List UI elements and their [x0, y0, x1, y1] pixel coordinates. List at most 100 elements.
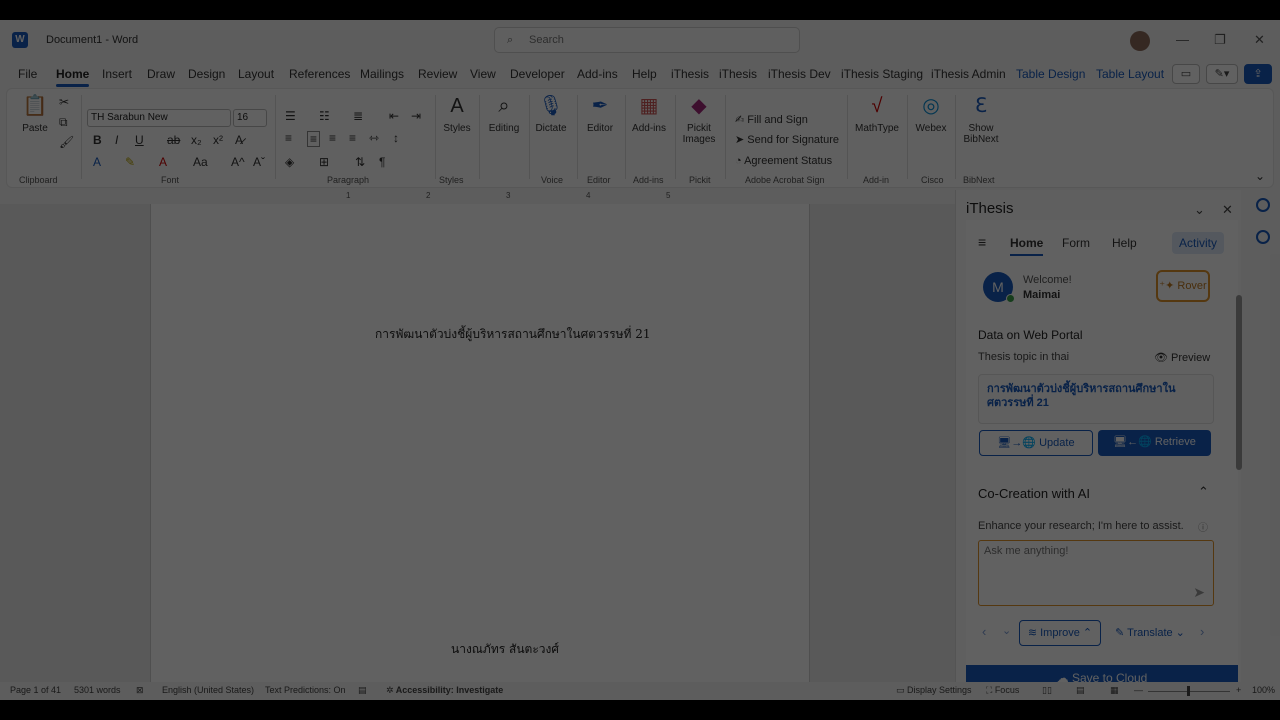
copy-icon[interactable]: ⧉ [59, 115, 68, 130]
sort-icon[interactable]: ⇅ [355, 155, 365, 169]
ithesis-addin-icon[interactable] [1256, 198, 1270, 212]
superscript-icon[interactable]: x² [213, 133, 223, 147]
font-name-select[interactable]: TH Sarabun New [87, 109, 231, 127]
ithesis-addin-icon-2[interactable] [1256, 230, 1270, 244]
zoom-level[interactable]: 100% [1252, 685, 1275, 695]
send-signature-button[interactable]: ➤ Send for Signature [735, 133, 839, 146]
user-avatar[interactable] [1130, 31, 1150, 51]
webex-button[interactable]: ◎ Webex [911, 93, 951, 134]
pane-close-icon[interactable]: ✕ [1222, 202, 1233, 218]
zoom-slider-thumb[interactable] [1187, 686, 1190, 696]
mathtype-button[interactable]: √ MathType [853, 93, 901, 134]
tab-file[interactable]: File [18, 67, 37, 81]
underline-icon[interactable]: U [135, 133, 144, 147]
show-bibnext-button[interactable]: ℇ Show BibNext [959, 93, 1003, 145]
tab-draw[interactable]: Draw [147, 67, 175, 81]
increase-indent-icon[interactable]: ⇥ [411, 109, 421, 123]
pane-tab-home[interactable]: Home [1010, 236, 1044, 256]
dropdown-chevron-icon[interactable]: ⌄ [1002, 624, 1011, 637]
multilevel-list-icon[interactable]: ≣ [353, 109, 363, 123]
tab-addins[interactable]: Add-ins [577, 67, 618, 81]
collapse-chevron-icon[interactable]: ⌃ [1198, 484, 1209, 500]
change-case-icon[interactable]: Aa [193, 155, 208, 169]
pane-tab-help[interactable]: Help [1112, 236, 1137, 250]
bullets-icon[interactable]: ☰ [285, 109, 296, 123]
preview-button[interactable]: 👁 Preview [1154, 351, 1210, 364]
tab-ithesis-admin[interactable]: iThesis Admin [931, 67, 1006, 81]
print-layout-icon[interactable]: ▤ [1076, 685, 1085, 696]
minimize-button[interactable]: — [1176, 32, 1189, 47]
tab-design[interactable]: Design [188, 67, 225, 81]
editing-mode-button[interactable]: ✎▾ [1206, 64, 1238, 84]
justify-icon[interactable]: ≡ [349, 131, 356, 145]
comments-button[interactable]: ▭ [1172, 64, 1200, 84]
proofing-icon[interactable]: ⊠ [136, 685, 144, 696]
document-author-line[interactable]: นางณภัทร สันตะวงศ์ [451, 640, 559, 659]
focus-button[interactable]: ⛶ Focus [986, 685, 1019, 696]
highlight-icon[interactable]: ✎ [125, 155, 135, 169]
send-icon[interactable]: ➤ [1193, 584, 1205, 601]
document-title-line[interactable]: การพัฒนาตัวบ่งชี้ผู้บริหารสถานศึกษาในศตว… [375, 325, 651, 344]
decrease-indent-icon[interactable]: ⇤ [389, 109, 399, 123]
pane-options-icon[interactable]: ⌄ [1194, 202, 1205, 218]
fill-sign-button[interactable]: ✍ Fill and Sign [735, 113, 808, 126]
tab-home[interactable]: Home [56, 67, 90, 87]
tab-review[interactable]: Review [418, 67, 457, 81]
align-left-icon[interactable]: ≡ [285, 131, 292, 145]
pane-tab-activity[interactable]: Activity [1172, 232, 1224, 254]
clear-formatting-icon[interactable]: A̷ [235, 133, 243, 147]
macro-icon[interactable]: ▤ [358, 685, 367, 696]
tab-help[interactable]: Help [632, 67, 657, 81]
agreement-status-button[interactable]: ◔ Agreement Status [735, 155, 832, 167]
tab-table-design[interactable]: Table Design [1016, 67, 1085, 81]
display-settings-button[interactable]: ▭ Display Settings [896, 685, 972, 696]
zoom-out-icon[interactable]: — [1134, 685, 1143, 695]
tab-layout[interactable]: Layout [238, 67, 274, 81]
bold-icon[interactable]: B [93, 133, 102, 147]
format-painter-icon[interactable]: 🖌 [59, 135, 74, 149]
cut-icon[interactable]: ✂ [59, 95, 69, 109]
grow-font-icon[interactable]: A^ [231, 155, 245, 169]
editor-button[interactable]: ✒ Editor [583, 93, 617, 134]
addins-button[interactable]: ▦ Add-ins [629, 93, 669, 134]
italic-icon[interactable]: I [115, 133, 118, 147]
retrieve-button[interactable]: 🖥←🌐 Retrieve [1098, 430, 1211, 456]
accessibility-status[interactable]: ✲ Accessibility: Investigate [386, 685, 503, 696]
page-count[interactable]: Page 1 of 41 [10, 685, 61, 695]
web-layout-icon[interactable]: ▦ [1110, 685, 1119, 696]
borders-icon[interactable]: ⊞ [319, 155, 329, 169]
restore-button[interactable]: ❐ [1214, 32, 1226, 48]
rover-button[interactable]: ⁺✦ Rover [1156, 270, 1210, 302]
language-status[interactable]: English (United States) [162, 685, 254, 695]
tab-references[interactable]: References [289, 67, 350, 81]
tab-ithesis-dev[interactable]: iThesis Dev [768, 67, 831, 81]
shading-icon[interactable]: ◈ [285, 155, 294, 169]
strikethrough-icon[interactable]: ab [167, 133, 180, 147]
prev-chevron-icon[interactable]: ‹ [982, 624, 986, 639]
search-input[interactable]: ⌕ Search [494, 27, 800, 53]
styles-button[interactable]: A Styles [441, 93, 473, 134]
show-marks-icon[interactable]: ¶ [379, 155, 385, 169]
ribbon-collapse-icon[interactable]: ⌄ [1255, 169, 1265, 183]
align-center-icon[interactable]: ≡ [307, 131, 321, 147]
info-icon[interactable]: ⓘ [1198, 519, 1208, 534]
ai-prompt-input[interactable]: Ask me anything! ➤ [978, 540, 1214, 606]
update-button[interactable]: 🖥→🌐 Update [979, 430, 1093, 456]
tab-mailings[interactable]: Mailings [360, 67, 404, 81]
font-size-select[interactable]: 16 [233, 109, 267, 127]
word-count[interactable]: 5301 words [74, 685, 121, 695]
dictate-button[interactable]: 🎙 Dictate [533, 93, 569, 134]
next-chevron-icon[interactable]: › [1200, 624, 1204, 639]
paste-button[interactable]: 📋 Paste [17, 93, 53, 134]
text-predictions-status[interactable]: Text Predictions: On [265, 685, 346, 695]
tab-insert[interactable]: Insert [102, 67, 132, 81]
tab-ithesis[interactable]: iThesis [671, 67, 709, 81]
hamburger-icon[interactable]: ≡ [978, 234, 986, 250]
tab-view[interactable]: View [470, 67, 496, 81]
tab-developer[interactable]: Developer [510, 67, 565, 81]
align-right-icon[interactable]: ≡ [329, 131, 336, 145]
shrink-font-icon[interactable]: Aˇ [253, 155, 265, 169]
tab-ithesis-staging[interactable]: iThesis Staging [841, 67, 923, 81]
document-page[interactable]: การพัฒนาตัวบ่งชี้ผู้บริหารสถานศึกษาในศตว… [150, 204, 810, 682]
zoom-in-icon[interactable]: + [1236, 685, 1241, 695]
